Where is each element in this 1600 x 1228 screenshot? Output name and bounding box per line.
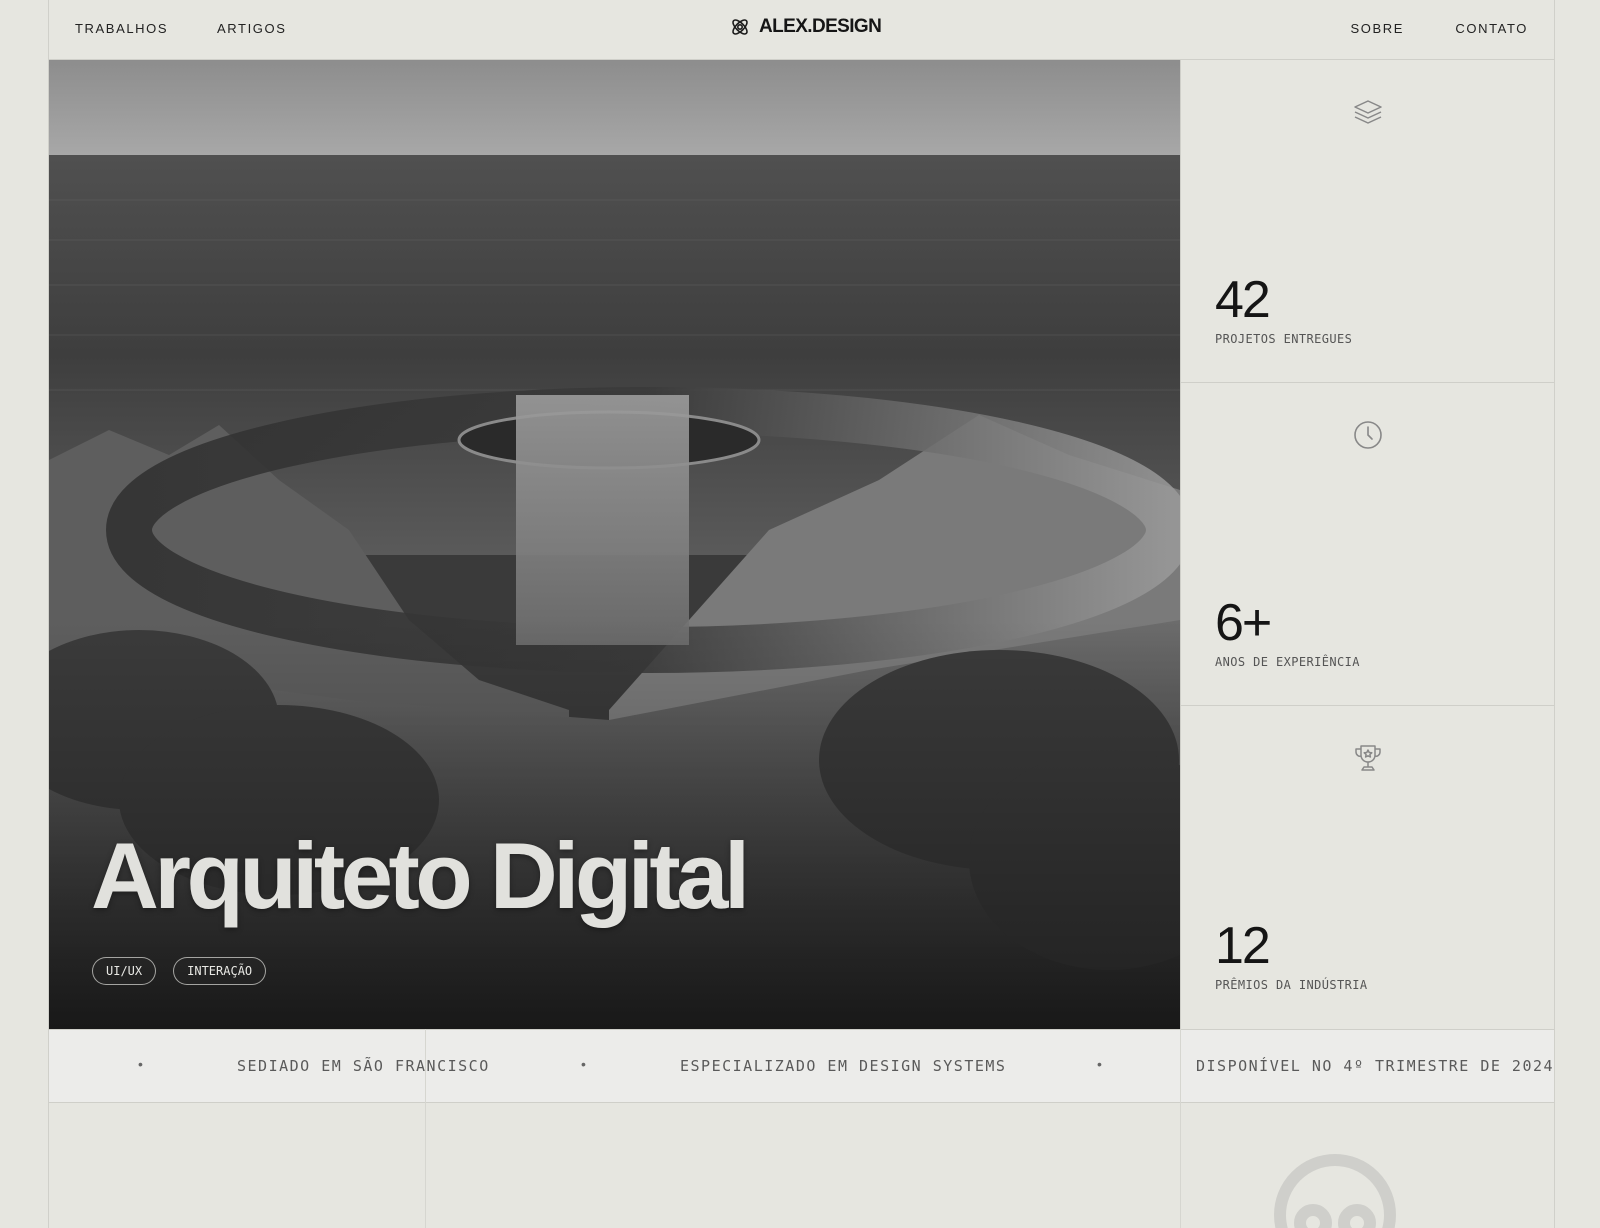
tag-ui-ux[interactable]: UI/UX bbox=[92, 957, 157, 985]
stat-card-premios: 12 PRÊMIOS DA INDÚSTRIA bbox=[1181, 706, 1554, 1029]
nav-link-contato[interactable]: CONTATO bbox=[1455, 21, 1528, 36]
hero-tags: UI/UX INTERAÇÃO bbox=[92, 957, 267, 985]
nav-link-artigos[interactable]: ARTIGOS bbox=[217, 21, 286, 36]
clock-icon bbox=[1354, 421, 1382, 449]
ticker-separator: • bbox=[138, 1056, 143, 1072]
stat-card-projetos: 42 PROJETOS ENTREGUES bbox=[1181, 60, 1554, 383]
atom-logo-icon bbox=[732, 19, 748, 35]
trophy-icon bbox=[1355, 745, 1381, 771]
nav-link-trabalhos[interactable]: TRABALHOS bbox=[75, 21, 168, 36]
layers-icon bbox=[1354, 100, 1382, 124]
stats-panel: 42 PROJETOS ENTREGUES 6+ ANOS DE EXPERIÊ… bbox=[1180, 60, 1554, 1029]
ticker-item-location: SEDIADO EM SÃO FRANCISCO bbox=[237, 1057, 490, 1075]
stat-number: 12 bbox=[1215, 917, 1271, 975]
ticker-item-specialty: ESPECIALIZADO EM DESIGN SYSTEMS bbox=[680, 1057, 1007, 1075]
stat-label: ANOS DE EXPERIÊNCIA bbox=[1215, 655, 1360, 669]
hero-title: Arquiteto Digital bbox=[91, 823, 750, 928]
info-ticker: • SEDIADO EM SÃO FRANCISCO • ESPECIALIZA… bbox=[49, 1029, 1554, 1103]
grid-divider bbox=[1180, 1029, 1181, 1228]
stat-card-anos: 6+ ANOS DE EXPERIÊNCIA bbox=[1181, 383, 1554, 706]
logo[interactable]: ALEX.DESIGN bbox=[729, 16, 882, 38]
avatar-icon bbox=[1274, 1154, 1396, 1228]
stat-label: PROJETOS ENTREGUES bbox=[1215, 332, 1353, 346]
ticker-separator: • bbox=[1097, 1056, 1102, 1072]
stat-label: PRÊMIOS DA INDÚSTRIA bbox=[1215, 978, 1368, 992]
grid-divider bbox=[425, 1029, 426, 1228]
stat-number: 6+ bbox=[1215, 594, 1272, 652]
hero-image: Arquiteto Digital UI/UX INTERAÇÃO bbox=[49, 60, 1180, 1029]
ticker-separator: • bbox=[581, 1056, 586, 1072]
top-navigation: TRABALHOS ARTIGOS ALEX.DESIGN SOBRE CONT… bbox=[49, 0, 1554, 60]
nav-link-sobre[interactable]: SOBRE bbox=[1350, 21, 1404, 36]
stat-number: 42 bbox=[1215, 271, 1271, 329]
page-frame: TRABALHOS ARTIGOS ALEX.DESIGN SOBRE CONT… bbox=[48, 0, 1555, 1228]
logo-text: ALEX.DESIGN bbox=[759, 16, 882, 37]
tag-interacao[interactable]: INTERAÇÃO bbox=[173, 957, 267, 985]
ticker-item-availability: DISPONÍVEL NO 4º TRIMESTRE DE 2024 bbox=[1196, 1057, 1554, 1075]
